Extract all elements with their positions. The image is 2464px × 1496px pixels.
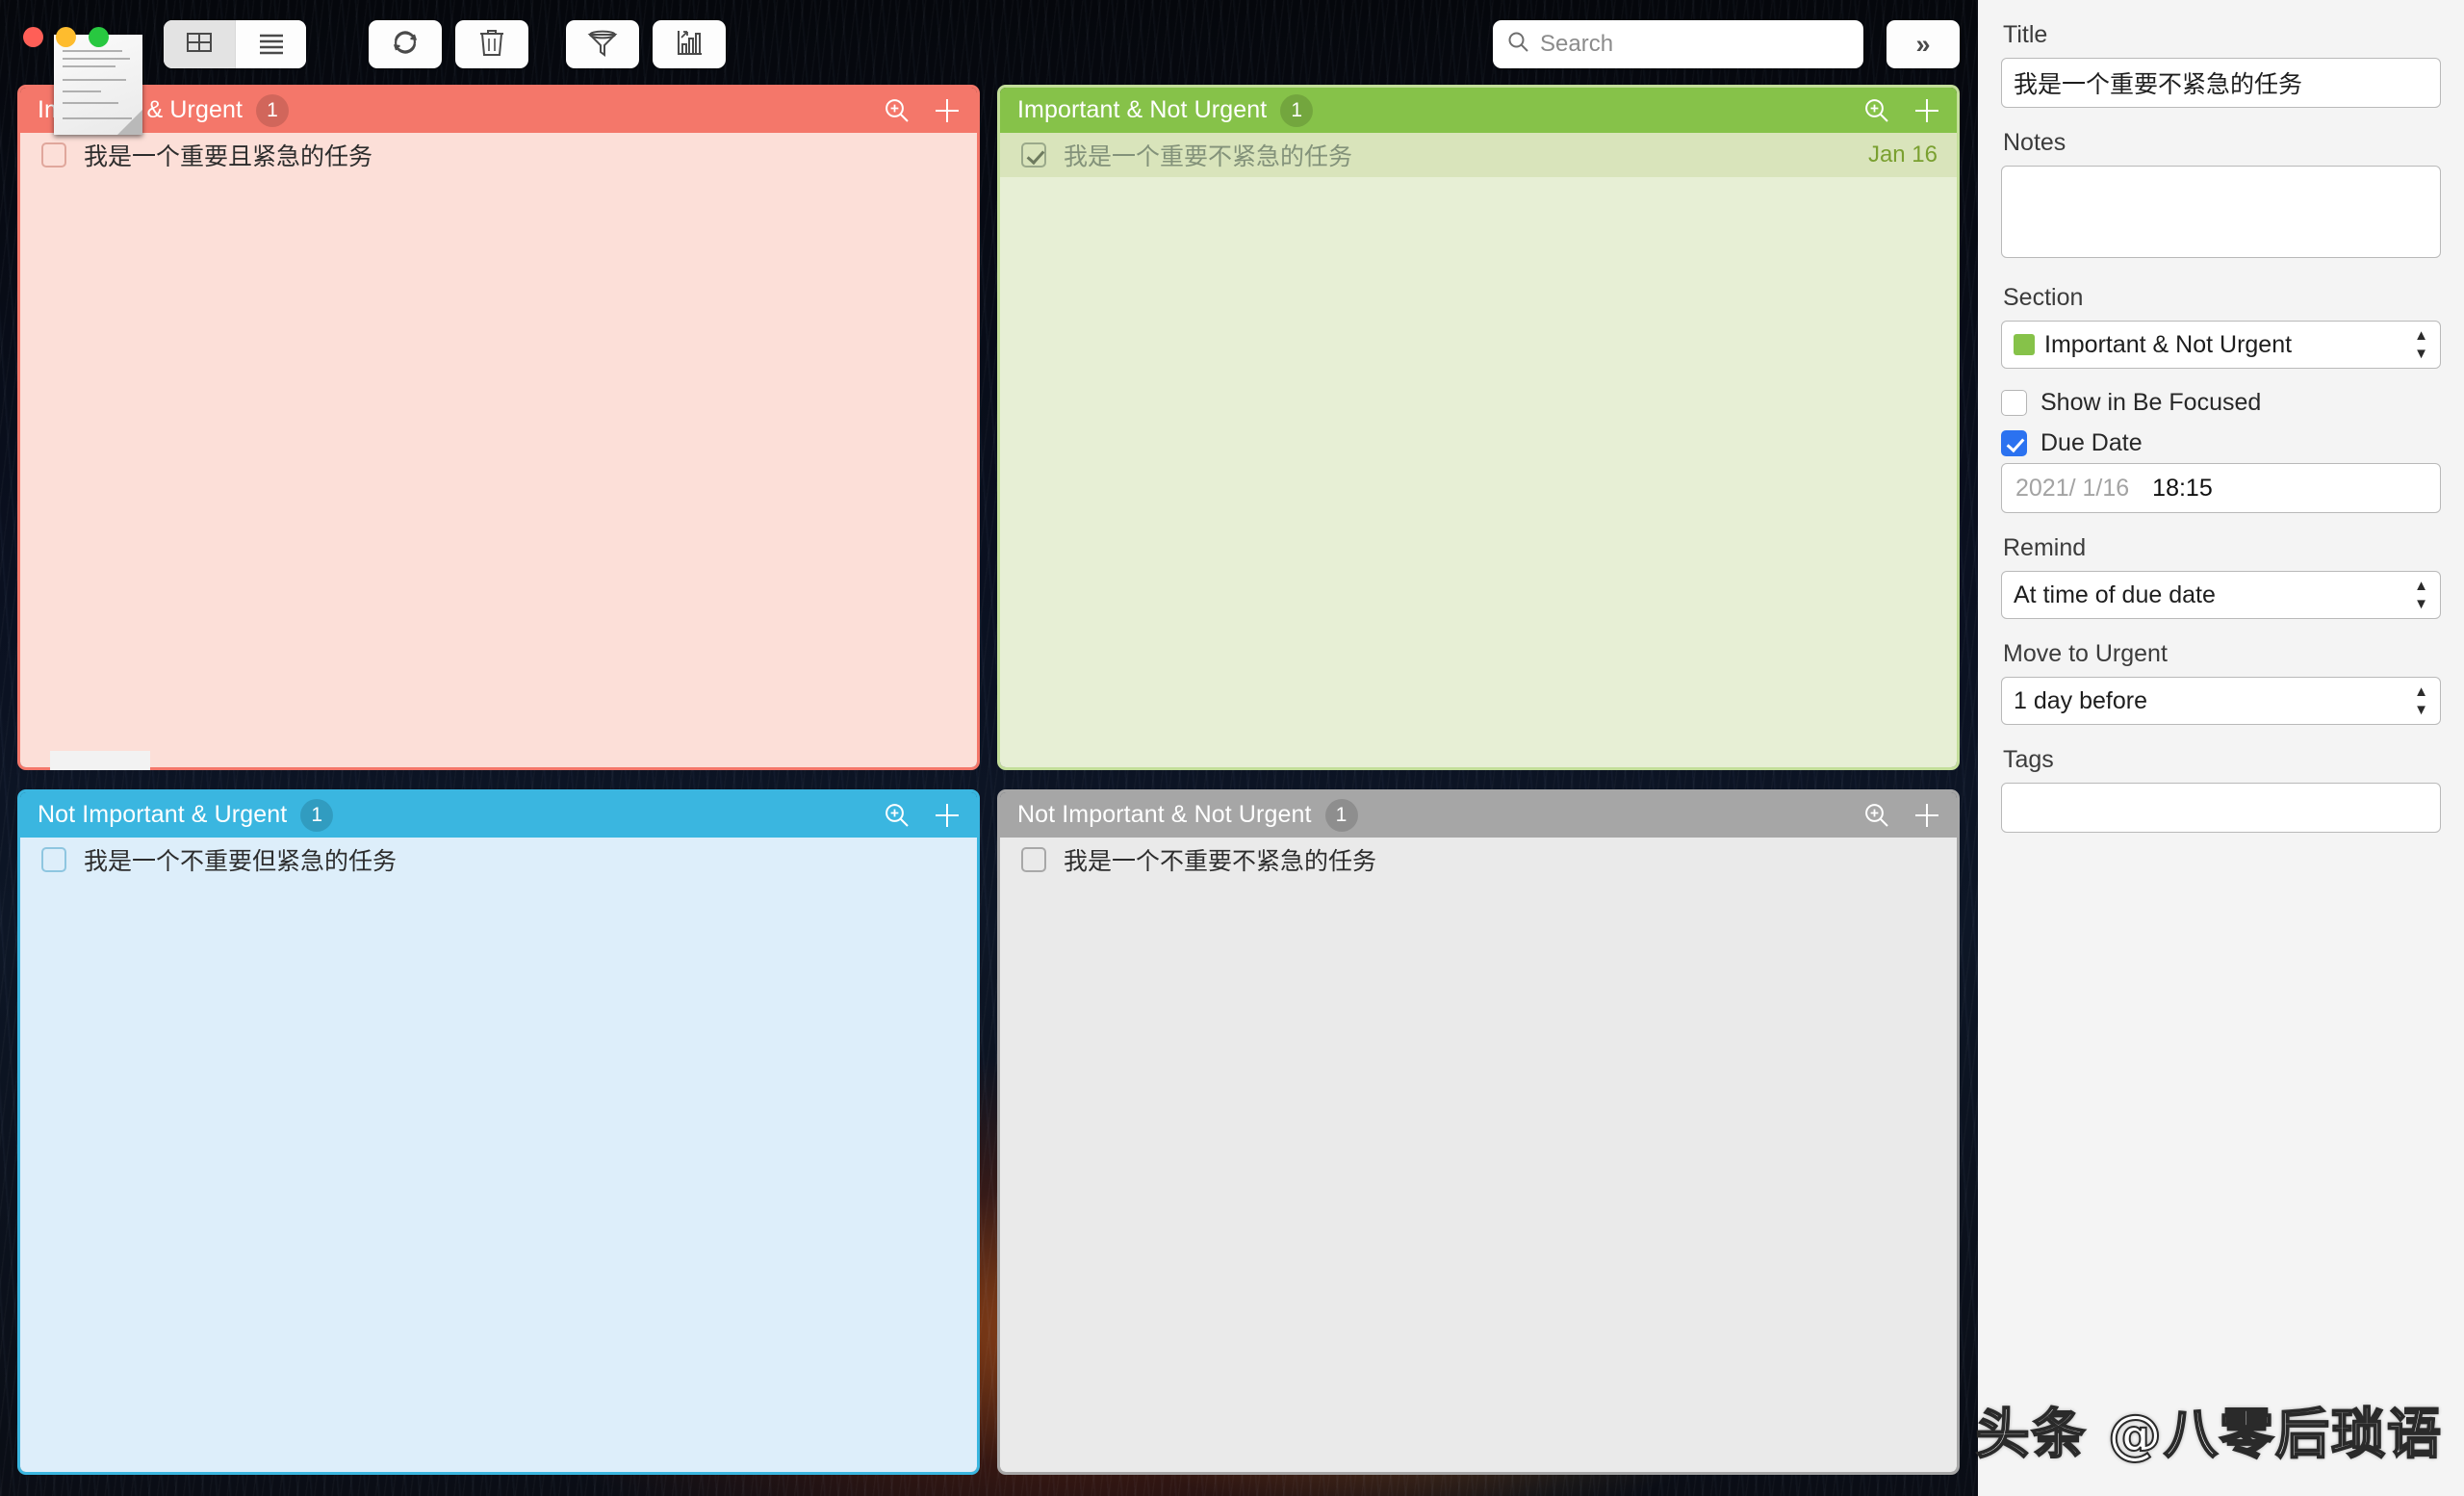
delete-button[interactable]: [455, 20, 528, 68]
zoom-in-icon[interactable]: [1862, 801, 1891, 830]
quadrant-count-badge: 1: [1325, 799, 1358, 832]
remind-label: Remind: [2003, 534, 2441, 562]
view-toggle-group: [164, 20, 306, 68]
title-label: Title: [2003, 21, 2441, 49]
list-icon: [256, 28, 287, 62]
quadrant-header: Important & Urgent 1: [20, 88, 977, 133]
window-toolbar: »: [0, 0, 1978, 89]
notes-textarea[interactable]: [2001, 166, 2441, 258]
show-in-be-focused-label: Show in Be Focused: [2040, 389, 2261, 417]
task-row[interactable]: 我是一个不重要但紧急的任务: [20, 838, 977, 882]
bar-chart-icon: [674, 27, 705, 63]
quadrant-body: 我是一个不重要不紧急的任务: [1000, 838, 1957, 1472]
list-view-button[interactable]: [235, 20, 306, 68]
notes-label: Notes: [2003, 129, 2441, 157]
close-button[interactable]: [23, 27, 43, 47]
quadrant-body: 我是一个不重要但紧急的任务: [20, 838, 977, 1472]
chevron-updown-icon: ▲▼: [2414, 684, 2428, 717]
funnel-icon: [586, 27, 619, 63]
move-to-urgent-label: Move to Urgent: [2003, 640, 2441, 668]
quadrant-important-urgent[interactable]: Important & Urgent 1: [17, 85, 980, 770]
quadrant-header: Not Important & Not Urgent 1: [1000, 792, 1957, 838]
add-task-icon[interactable]: [933, 96, 962, 125]
toolbar-overflow-button[interactable]: »: [1886, 20, 1960, 68]
grid-view-button[interactable]: [164, 20, 235, 68]
refresh-icon: [389, 26, 422, 64]
show-in-be-focused-row[interactable]: Show in Be Focused: [2001, 382, 2441, 423]
section-color-swatch: [2014, 334, 2035, 355]
chevron-updown-icon: ▲▼: [2414, 579, 2428, 611]
tags-input[interactable]: [2001, 783, 2441, 833]
due-date-row[interactable]: Due Date: [2001, 423, 2441, 463]
due-date-field[interactable]: 2021/ 1/16 18:15: [2001, 463, 2441, 513]
due-date-label: Due Date: [2040, 429, 2143, 457]
task-row[interactable]: 我是一个重要不紧急的任务 Jan 16: [1000, 133, 1957, 177]
task-checkbox[interactable]: [41, 142, 66, 168]
move-to-urgent-select[interactable]: 1 day before ▲▼: [2001, 677, 2441, 725]
quadrant-important-not-urgent[interactable]: Important & Not Urgent 1: [997, 85, 1960, 770]
quadrant-not-important-urgent[interactable]: Not Important & Urgent 1: [17, 789, 980, 1475]
quadrant-title: Not Important & Urgent: [38, 801, 287, 829]
task-checkbox[interactable]: [1021, 142, 1046, 168]
filter-button[interactable]: [566, 20, 639, 68]
quadrant-not-important-not-urgent[interactable]: Not Important & Not Urgent 1: [997, 789, 1960, 1475]
chevron-double-right-icon: »: [1915, 30, 1930, 60]
due-date-checkbox[interactable]: [2001, 430, 2027, 456]
zoom-in-icon[interactable]: [1862, 96, 1891, 125]
quadrant-body: 我是一个重要且紧急的任务: [20, 133, 977, 767]
chevron-updown-icon: ▲▼: [2414, 328, 2428, 361]
quadrant-header: Important & Not Urgent 1: [1000, 88, 1957, 133]
quadrant-title: Important & Not Urgent: [1017, 96, 1267, 124]
due-date-value: 2021/ 1/16: [2015, 475, 2129, 503]
remind-selected-value: At time of due date: [2014, 581, 2216, 609]
due-time-value: 18:15: [2152, 475, 2213, 503]
minimize-button[interactable]: [56, 27, 76, 47]
maximize-button[interactable]: [89, 27, 109, 47]
title-input[interactable]: [2001, 58, 2441, 108]
task-title: 我是一个重要且紧急的任务: [84, 138, 372, 172]
quadrant-count-badge: 1: [300, 799, 333, 832]
quadrant-header: Not Important & Urgent 1: [20, 792, 977, 838]
task-checkbox[interactable]: [1021, 847, 1046, 872]
task-inspector-panel: Title Notes Section Important & Not Urge…: [1978, 0, 2464, 1496]
section-selected-value: Important & Not Urgent: [2044, 331, 2292, 359]
task-row[interactable]: 我是一个重要且紧急的任务: [20, 133, 977, 177]
move-to-urgent-selected-value: 1 day before: [2014, 687, 2147, 715]
quadrant-count-badge: 1: [256, 94, 289, 127]
quadrant-count-badge: 1: [1280, 94, 1313, 127]
add-task-icon[interactable]: [1912, 801, 1941, 830]
tags-label: Tags: [2003, 746, 2441, 774]
show-in-be-focused-checkbox[interactable]: [2001, 390, 2027, 416]
search-input[interactable]: [1540, 31, 1850, 58]
task-title: 我是一个不重要但紧急的任务: [84, 842, 397, 877]
trash-icon: [477, 26, 506, 64]
section-select[interactable]: Important & Not Urgent ▲▼: [2001, 321, 2441, 369]
task-row[interactable]: 我是一个不重要不紧急的任务: [1000, 838, 1957, 882]
desktop-root: » Important & Urgent 1: [0, 0, 2464, 1496]
statistics-button[interactable]: [653, 20, 726, 68]
desktop-file-label: [50, 751, 150, 770]
zoom-in-icon[interactable]: [883, 96, 911, 125]
add-task-icon[interactable]: [933, 801, 962, 830]
quadrant-title: Not Important & Not Urgent: [1017, 801, 1312, 829]
task-checkbox[interactable]: [41, 847, 66, 872]
section-label: Section: [2003, 284, 2441, 312]
search-box[interactable]: [1493, 20, 1863, 68]
refresh-button[interactable]: [369, 20, 442, 68]
traffic-lights: [23, 27, 109, 47]
grid-icon: [185, 28, 214, 62]
quadrant-body: 我是一个重要不紧急的任务 Jan 16: [1000, 133, 1957, 767]
task-due-date: Jan 16: [1868, 142, 1938, 168]
task-title: 我是一个重要不紧急的任务: [1064, 138, 1352, 172]
task-title: 我是一个不重要不紧急的任务: [1064, 842, 1376, 877]
add-task-icon[interactable]: [1912, 96, 1941, 125]
zoom-in-icon[interactable]: [883, 801, 911, 830]
search-icon: [1506, 30, 1530, 59]
remind-select[interactable]: At time of due date ▲▼: [2001, 571, 2441, 619]
